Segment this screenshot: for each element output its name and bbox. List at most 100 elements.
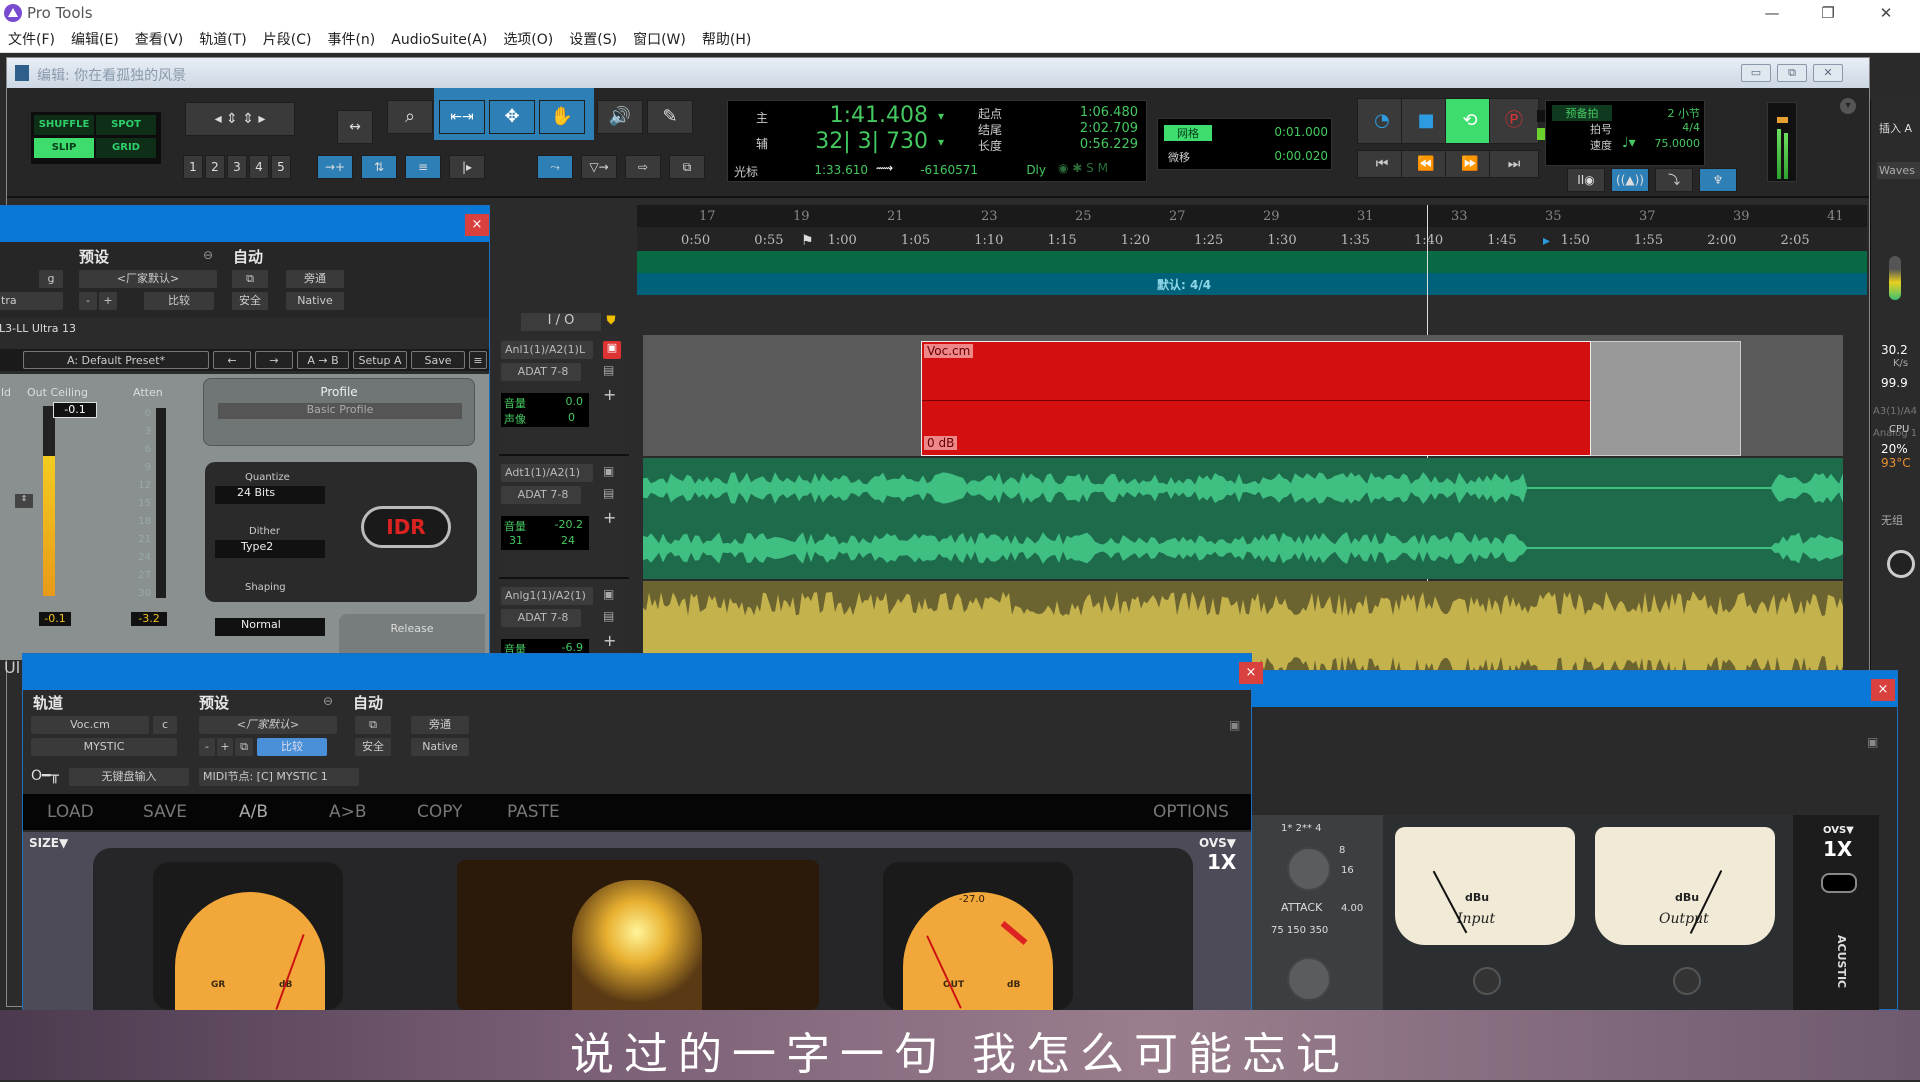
track-2-input[interactable]: Adt1(1)/A2(1)	[501, 464, 593, 482]
mystic-ovs-label[interactable]: OVS▼	[1199, 836, 1236, 850]
grabber-hand-icon[interactable]: ✋	[539, 100, 585, 134]
marker-ruler[interactable]	[637, 251, 1867, 273]
l3-native-button[interactable]: Native	[286, 292, 344, 310]
insert-plugin[interactable]: Waves	[1877, 162, 1920, 179]
pencil-tool-icon[interactable]: ✎	[647, 100, 693, 134]
stop-button[interactable]: ■	[1401, 98, 1451, 144]
tab-to-transient-icon[interactable]: ▽→	[581, 155, 617, 179]
delay-comp-label[interactable]: Dly	[1006, 163, 1046, 177]
copy-a-to-b-button[interactable]: A>B	[329, 802, 367, 822]
conductor-icon[interactable]: ♆	[1699, 168, 1737, 192]
track-3-output[interactable]: ADAT 7-8	[501, 609, 581, 627]
mystic-insert-select[interactable]: MYSTIC	[31, 738, 177, 756]
l3-safe-button[interactable]: 安全	[232, 292, 268, 310]
copy-button[interactable]: COPY	[417, 802, 463, 822]
rewind-button[interactable]: ⏪	[1401, 150, 1451, 178]
fast-forward-button[interactable]: ⏩	[1445, 150, 1495, 178]
mirror-midi-icon[interactable]: |▸	[449, 155, 485, 179]
track-1-output[interactable]: ADAT 7-8	[501, 363, 581, 381]
zoom-preset-2[interactable]: 2	[205, 155, 225, 179]
slip-mode-button[interactable]: SLIP	[34, 138, 94, 158]
menu-event[interactable]: 事件(n)	[319, 27, 383, 53]
edit-restore-button[interactable]: ⧉	[1777, 64, 1807, 82]
mystic-native-button[interactable]: Native	[411, 738, 469, 756]
track-3-input[interactable]: Anlg1(1)/A2(1)	[501, 587, 593, 605]
pan-knob[interactable]	[1887, 550, 1915, 578]
record-button[interactable]: Ⓟ	[1489, 98, 1539, 144]
waves-preset-select[interactable]: A: Default Preset*	[23, 351, 209, 369]
menu-file[interactable]: 文件(F)	[0, 27, 63, 53]
mystic-next-preset[interactable]: +	[217, 738, 233, 756]
spot-mode-button[interactable]: SPOT	[96, 115, 156, 135]
main-counter-value[interactable]: 1:41.408	[788, 103, 928, 128]
link-toggle[interactable]: ⇕	[15, 494, 33, 508]
save-button[interactable]: SAVE	[143, 802, 187, 822]
zoom-toggle-icon[interactable]: ↔	[337, 110, 373, 144]
menu-options[interactable]: 选项(O)	[495, 27, 561, 53]
paste-button[interactable]: PASTE	[507, 802, 560, 822]
mystic-close-button[interactable]: ×	[1239, 662, 1263, 684]
zoom-preset-1[interactable]: 1	[183, 155, 203, 179]
automation-follows-icon[interactable]: ⤳	[537, 155, 573, 179]
menu-clip[interactable]: 片段(C)	[255, 27, 320, 53]
io-column-header[interactable]: I / O	[521, 313, 601, 331]
menu-track[interactable]: 轨道(T)	[191, 27, 254, 53]
track-3-insert-icon[interactable]: ▣	[603, 587, 614, 601]
l3-preset-select[interactable]: <厂家默认>	[79, 270, 217, 288]
trim-tool-icon[interactable]: ⇤⇥	[439, 100, 485, 134]
countoff-icon[interactable]: ⤵	[1655, 168, 1693, 192]
play-loop-button[interactable]: ⟲	[1445, 98, 1495, 144]
track-2-add-icon[interactable]: +	[603, 508, 616, 527]
close-button[interactable]: ✕	[1858, 0, 1914, 27]
l3-auto-button[interactable]: ⧉	[232, 270, 268, 288]
track-2-comments-icon[interactable]: ▤	[603, 486, 614, 500]
edit-close-button[interactable]: ✕	[1813, 64, 1843, 82]
track-1-volume[interactable]: 0.0	[566, 395, 584, 408]
l3-compare-button[interactable]: 比较	[144, 292, 214, 310]
waves-redo-button[interactable]: →	[255, 351, 293, 369]
clip-gain[interactable]: 0 dB	[924, 436, 958, 450]
release-knob[interactable]	[1287, 957, 1331, 1001]
zoom-waveform-buttons[interactable]: ◂ ⇕ ⇕ ▸	[185, 102, 295, 136]
key-input-select[interactable]: 无键盘输入	[69, 768, 189, 786]
meter-marker[interactable]: 默认: 4/4	[1157, 276, 1211, 293]
menu-window[interactable]: 窗口(W)	[625, 27, 694, 53]
minimize-button[interactable]: —	[1744, 0, 1800, 27]
mystic-safe-button[interactable]: 安全	[355, 738, 391, 756]
mystic-track-select[interactable]: Voc.cm	[31, 716, 149, 734]
mystic-bypass-button[interactable]: 旁通	[411, 716, 469, 734]
toolbar-options-icon[interactable]: ▾	[1840, 98, 1856, 114]
mystic-copy-settings-icon[interactable]: ⧉	[235, 738, 253, 756]
compressor-window-option-icon[interactable]: ▣	[1867, 735, 1878, 749]
mystic-prev-preset[interactable]: -	[199, 738, 215, 756]
link-track-icon[interactable]: ≡	[405, 155, 441, 179]
menu-help[interactable]: 帮助(H)	[694, 27, 759, 53]
l3-preset-menu-icon[interactable]: ⊖	[203, 248, 213, 262]
wait-for-note-icon[interactable]: II◉	[1567, 168, 1605, 192]
track-1-pan[interactable]: 0	[568, 411, 575, 424]
mystic-channel-select[interactable]: c	[153, 716, 177, 734]
precount-value[interactable]: 2 小节	[1646, 105, 1701, 121]
idr-button[interactable]: IDR	[361, 506, 451, 548]
window-config-icon[interactable]: ⧉	[669, 155, 705, 179]
l3-track-insert[interactable]: tra	[0, 292, 63, 310]
io-route-1[interactable]: A3(1)/A4	[1873, 406, 1917, 417]
track-2-output[interactable]: ADAT 7-8	[501, 486, 581, 504]
track-2-insert-icon[interactable]: ▣	[603, 464, 614, 478]
keyboard-focus-icon[interactable]: ⇨	[625, 155, 661, 179]
compressor-power-button[interactable]	[1821, 873, 1857, 893]
shuffle-mode-button[interactable]: SHUFFLE	[34, 115, 94, 135]
track-2-lane[interactable]	[643, 458, 1843, 579]
mystic-auto-button[interactable]: ⧉	[355, 716, 391, 734]
mystic-compare-button[interactable]: 比较	[257, 738, 327, 756]
out-ceiling-slider[interactable]: -0.1	[53, 402, 97, 418]
grid-label[interactable]: 网格	[1164, 125, 1212, 141]
track-3-comments-icon[interactable]: ▤	[603, 609, 614, 623]
track-2-volume[interactable]: -20.2	[555, 518, 583, 531]
length-value[interactable]: 0:56.229	[1028, 137, 1138, 152]
waves-menu-icon[interactable]: ≡	[469, 351, 487, 369]
compressor-close-button[interactable]: ×	[1871, 679, 1895, 701]
quantize-select[interactable]: 24 Bits	[215, 486, 325, 504]
zoom-preset-5[interactable]: 5	[271, 155, 291, 179]
menu-audiosuite[interactable]: AudioSuite(A)	[383, 27, 495, 53]
